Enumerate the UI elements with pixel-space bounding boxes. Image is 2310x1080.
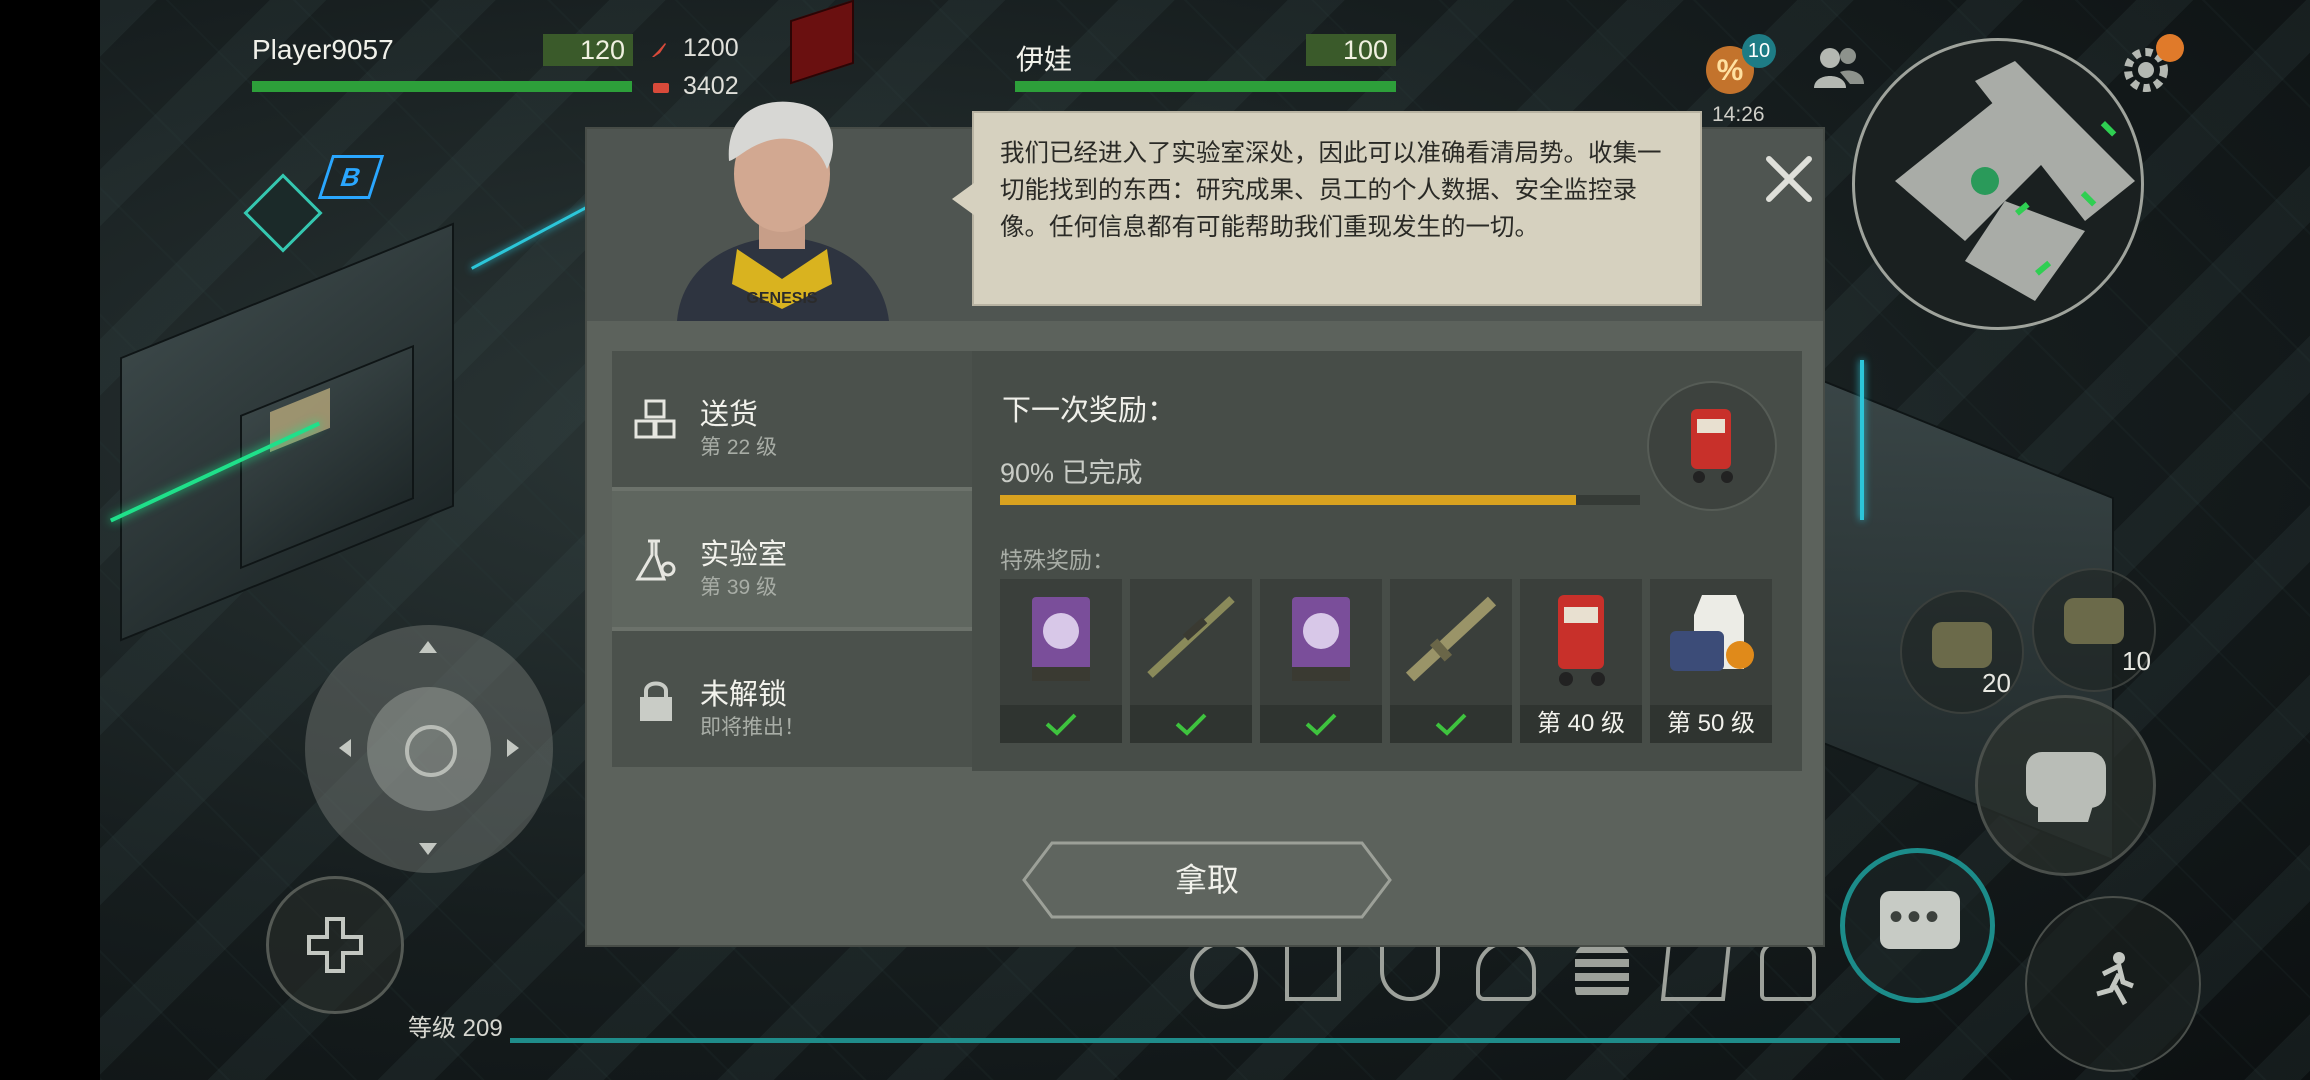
b-marker-icon: B [317, 155, 385, 199]
menu-item-laboratory[interactable]: 实验室 第 39 级 [612, 491, 972, 627]
progress-bar [1000, 495, 1640, 505]
fist-icon [2026, 752, 2106, 822]
reward-status [1000, 705, 1122, 743]
reward-slot[interactable] [1260, 579, 1382, 743]
take-button[interactable]: 拿取 [1022, 841, 1392, 919]
clock: 14:26 [1712, 103, 1765, 126]
minimap[interactable] [1852, 38, 2144, 330]
special-rewards-label: 特殊奖励： [1000, 547, 1115, 573]
backpack-icon[interactable] [1760, 941, 1816, 1001]
progress-fill [1000, 495, 1576, 505]
sniper-rifle-icon [1147, 596, 1235, 678]
faction-emblem-icon[interactable] [1476, 941, 1536, 1001]
bag-count-1: 20 [1982, 668, 2011, 698]
blueprint-icon[interactable] [1285, 941, 1341, 1001]
purple-recipe-card-icon [1292, 597, 1350, 681]
menu-item-subtitle: 第 22 级 [700, 436, 778, 459]
resource-1-value: 1200 [683, 34, 739, 62]
checkmark-icon [1175, 713, 1207, 736]
clan-shield-icon[interactable] [1380, 941, 1440, 1001]
bag-icon [1932, 622, 1992, 668]
menu-item-locked[interactable]: 未解锁 即将推出！ [612, 631, 972, 767]
reward-slot[interactable] [1390, 579, 1512, 743]
cyan-strip-right [1860, 360, 1864, 520]
player-level: 等级 209 [408, 1015, 503, 1042]
menu-item-title: 未解锁 [700, 679, 788, 711]
reward-slot[interactable]: 第 50 级 [1650, 579, 1772, 743]
event-category-menu: 送货 第 22 级 实验室 第 39 级 未解锁 即将推出！ [612, 351, 972, 771]
character-portrait: GENESIS [677, 101, 889, 321]
boxes-icon [634, 399, 676, 439]
chat-dots: ••• [1889, 895, 1944, 939]
menu-item-delivery[interactable]: 送货 第 22 级 [612, 351, 972, 487]
chat-button[interactable]: ••• [1840, 848, 1995, 1003]
menu-item-title: 送货 [700, 399, 759, 431]
checkmark-icon [1305, 713, 1337, 736]
lock-icon [640, 681, 672, 721]
reward-slot[interactable] [1000, 579, 1122, 743]
next-reward-label: 下一次奖励： [1002, 395, 1177, 427]
player-name: Player9057 [252, 34, 394, 65]
close-icon[interactable] [1759, 149, 1819, 209]
joystick-center-ring [405, 725, 457, 777]
rocket-resource-icon [652, 43, 666, 57]
svg-text:GENESIS: GENESIS [746, 290, 817, 307]
player-hp-value: 120 [543, 34, 633, 66]
red-cart-icon [1691, 409, 1733, 483]
companion-hp-value: 100 [1306, 34, 1396, 66]
companion-name: 伊娃 [1016, 44, 1073, 75]
map-icon[interactable] [1660, 941, 1732, 1001]
reward-slot[interactable]: 第 40 级 [1520, 579, 1642, 743]
red-cart-icon [1558, 595, 1605, 686]
reward-status [1260, 705, 1382, 743]
menu-item-title: 实验室 [700, 539, 788, 571]
player-hp-bar [252, 81, 632, 92]
minimap-rooms [1895, 61, 2135, 301]
discount-badge: 10 [1742, 34, 1776, 68]
speech-bubble: 我们已经进入了实验室深处，因此可以准确看清局势。收集一切能找到的东西：研究成果、… [952, 111, 1702, 306]
menu-item-subtitle: 即将推出！ [700, 716, 805, 739]
arrow-up-icon [419, 641, 437, 653]
bag-icon [2064, 598, 2124, 644]
flask-icon [635, 539, 676, 581]
purple-recipe-card-icon [1032, 597, 1090, 681]
radiation-suit-icon[interactable] [1190, 941, 1258, 1009]
reward-panel: 下一次奖励： 90% 已完成 特殊奖励： 第 40 级 第 50 级 [972, 351, 1802, 771]
event-rewards-dialog: GENESIS 我们已经进入了实验室深处，因此可以准确看清局势。收集一切能找到的… [585, 101, 1825, 947]
xp-bar [510, 1038, 1900, 1043]
arrow-down-icon [419, 843, 437, 855]
coins-icon[interactable] [1575, 945, 1629, 1001]
sprint-button[interactable] [2025, 896, 2201, 1072]
reward-level-label: 第 40 级 [1520, 705, 1642, 743]
checkmark-icon [1435, 713, 1467, 736]
reward-status [1130, 705, 1252, 743]
arrow-right-icon [507, 739, 519, 757]
checkmark-icon [1045, 713, 1077, 736]
movement-joystick[interactable] [305, 625, 553, 873]
progress-text: 90% 已完成 [1000, 458, 1143, 488]
plus-cross-icon [307, 917, 363, 973]
gift-icon[interactable] [2156, 34, 2184, 62]
reward-status [1390, 705, 1512, 743]
reward-slot[interactable] [1130, 579, 1252, 743]
running-man-icon [2096, 952, 2134, 1006]
heal-button[interactable] [266, 876, 404, 1014]
next-reward-item[interactable] [1647, 381, 1777, 511]
bag-count-2: 10 [2122, 646, 2151, 676]
special-rewards-row: 第 40 级 第 50 级 [1000, 579, 1790, 749]
vest-box-icon [1670, 595, 1754, 671]
menu-item-subtitle: 第 39 级 [700, 576, 778, 599]
assault-rifle-icon [1405, 596, 1497, 682]
reward-level-label: 第 50 级 [1650, 705, 1772, 743]
companion-hp-bar [1015, 81, 1396, 92]
attack-button[interactable] [1975, 695, 2156, 876]
arrow-left-icon [339, 739, 351, 757]
friends-icon[interactable] [1810, 44, 1866, 90]
exclamation-marker-icon [243, 173, 323, 253]
discount-button[interactable]: % 10 [1700, 34, 1776, 100]
take-button-label: 拿取 [1174, 862, 1239, 898]
svg-text:%: % [1717, 54, 1744, 87]
